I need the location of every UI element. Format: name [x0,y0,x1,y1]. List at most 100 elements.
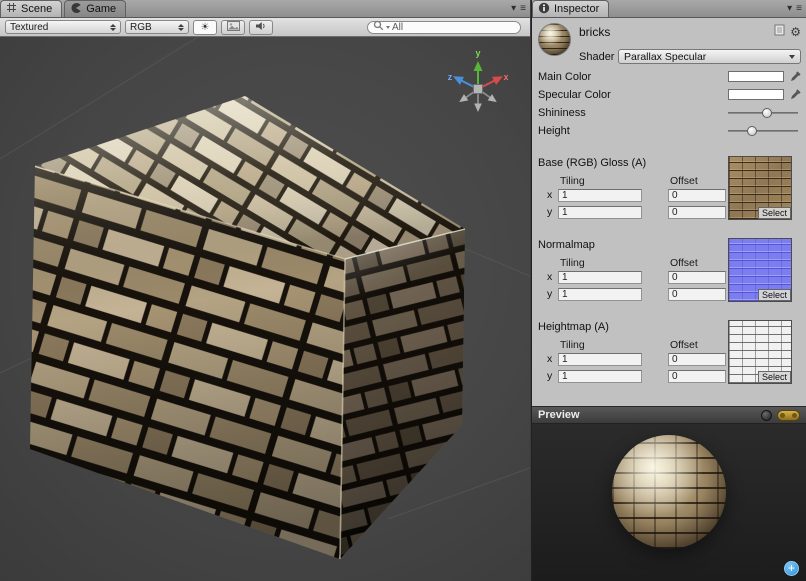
eyedropper-icon[interactable] [790,89,801,103]
tab-game-label: Game [86,3,116,15]
texture-title: Heightmap (A) [538,321,609,333]
inspector-body: bricks Shader Parallax Specular ⚙ Main C… [532,18,806,406]
x-axis-label: x [547,353,552,365]
eyedropper-icon[interactable] [790,71,801,85]
normalmap-texture-thumbnail[interactable]: Select [728,238,792,302]
base-tiling-y-input[interactable] [558,206,642,219]
y-axis-label: y [547,288,552,300]
height-row: Height [532,122,806,140]
y-axis-label: y [547,206,552,218]
heightmap-select-button[interactable]: Select [758,371,791,383]
preview-sphere-toggle-icon[interactable] [761,410,772,421]
add-preview-button[interactable]: + [784,561,799,576]
inspector-tabbar: Inspector ▾ ≡ [532,0,806,18]
shader-dropdown[interactable]: Parallax Specular [618,49,801,64]
preview-header[interactable]: Preview [532,406,806,424]
base-offset-x-input[interactable] [668,189,726,202]
tab-inspector-label: Inspector [554,3,599,15]
heightmap-tiling-y-input[interactable] [558,370,642,383]
scene-tabbar: Scene Game ▾ ≡ [0,0,530,18]
orientation-gizmo[interactable]: y x z [448,48,509,112]
y-axis-label: y [547,370,552,382]
main-color-row: Main Color [532,68,806,86]
shininess-row: Shininess [532,104,806,122]
base-tiling-x-input[interactable] [558,189,642,202]
doc-icon[interactable] [774,24,785,39]
speaker-icon [255,21,267,34]
specular-color-swatch[interactable] [728,89,784,100]
scene-search-box [367,21,521,34]
gear-icon[interactable]: ⚙ [790,26,801,38]
height-label: Height [538,125,570,137]
normalmap-tiling-x-input[interactable] [558,271,642,284]
texture-title: Normalmap [538,239,595,251]
scene-3d-view: y x z [0,37,530,581]
dropdown-arrow-icon[interactable]: ▾ [511,2,516,16]
chevron-down-icon [789,55,795,59]
base-offset-y-input[interactable] [668,206,726,219]
image-icon [227,21,240,34]
heightmap-offset-x-input[interactable] [668,353,726,366]
scene-pane: Scene Game ▾ ≡ Textured RGB [0,0,530,581]
normalmap-select-button[interactable]: Select [758,289,791,301]
preview-body: + [532,424,806,581]
heightmap-tiling-x-input[interactable] [558,353,642,366]
preview-title: Preview [538,409,580,421]
dropdown-arrow-icon[interactable]: ▾ [787,2,792,16]
search-input[interactable] [392,22,515,33]
gizmo-x-label: x [503,72,508,82]
normalmap-offset-x-input[interactable] [668,271,726,284]
preview-sphere[interactable] [612,435,726,549]
menu-icon[interactable]: ≡ [796,2,802,16]
unity-editor-window: Scene Game ▾ ≡ Textured RGB [0,0,806,581]
menu-icon[interactable]: ≡ [520,2,526,16]
inspector-tabbar-menu: ▾ ≡ [787,2,802,16]
preview-light-toggle-icon[interactable] [777,410,800,421]
base-select-button[interactable]: Select [758,207,791,219]
base-texture-thumbnail[interactable]: Select [728,156,792,220]
shininess-slider-thumb[interactable] [762,108,772,118]
preview-buttons [761,410,800,421]
main-color-label: Main Color [538,71,591,83]
heightmap-offset-y-input[interactable] [668,370,726,383]
texture-title: Base (RGB) Gloss (A) [538,157,646,169]
material-name: bricks [579,25,610,39]
popup-arrows-icon [110,24,116,31]
sun-icon: ☀ [201,22,210,33]
scene-skybox-toggle[interactable] [221,20,245,35]
heightmap-texture-thumbnail[interactable]: Select [728,320,792,384]
shininess-slider[interactable] [728,112,798,114]
normalmap-offset-y-input[interactable] [668,288,726,301]
offset-label: Offset [670,339,698,351]
gizmo-z-label: z [448,72,453,82]
tiling-label: Tiling [560,257,585,269]
game-icon [70,2,82,17]
brick-cube[interactable] [30,96,465,559]
tab-scene[interactable]: Scene [0,0,62,17]
height-slider[interactable] [728,130,798,132]
main-color-swatch[interactable] [728,71,784,82]
shininess-label: Shininess [538,107,586,119]
normalmap-tiling-y-input[interactable] [558,288,642,301]
height-slider-thumb[interactable] [747,126,757,136]
search-filter-caret-icon[interactable] [386,26,390,29]
scene-audio-toggle[interactable] [249,20,273,35]
tab-inspector[interactable]: Inspector [532,0,609,17]
draw-mode-dropdown[interactable]: Textured [5,20,121,34]
scene-lighting-toggle[interactable]: ☀ [193,20,217,35]
scene-viewport[interactable]: y x z [0,37,530,581]
inspector-pane: Inspector ▾ ≡ bricks Shader Parallax Spe… [531,0,806,581]
render-mode-dropdown[interactable]: RGB [125,20,189,34]
gizmo-neg-y-cone[interactable] [474,94,482,112]
tab-game[interactable]: Game [64,0,126,17]
gizmo-center-cube[interactable] [474,85,483,94]
render-mode-label: RGB [130,22,152,33]
material-header-icons: ⚙ [774,24,801,39]
offset-label: Offset [670,257,698,269]
texture-section-base: Base (RGB) Gloss (A) Tiling Offset x y S… [532,154,806,236]
shader-label: Shader [579,51,614,63]
specular-color-label: Specular Color [538,89,611,101]
texture-section-normalmap: Normalmap Tiling Offset x y Select [532,236,806,318]
material-header: bricks Shader Parallax Specular ⚙ [532,18,806,68]
texture-section-heightmap: Heightmap (A) Tiling Offset x y Select [532,318,806,400]
